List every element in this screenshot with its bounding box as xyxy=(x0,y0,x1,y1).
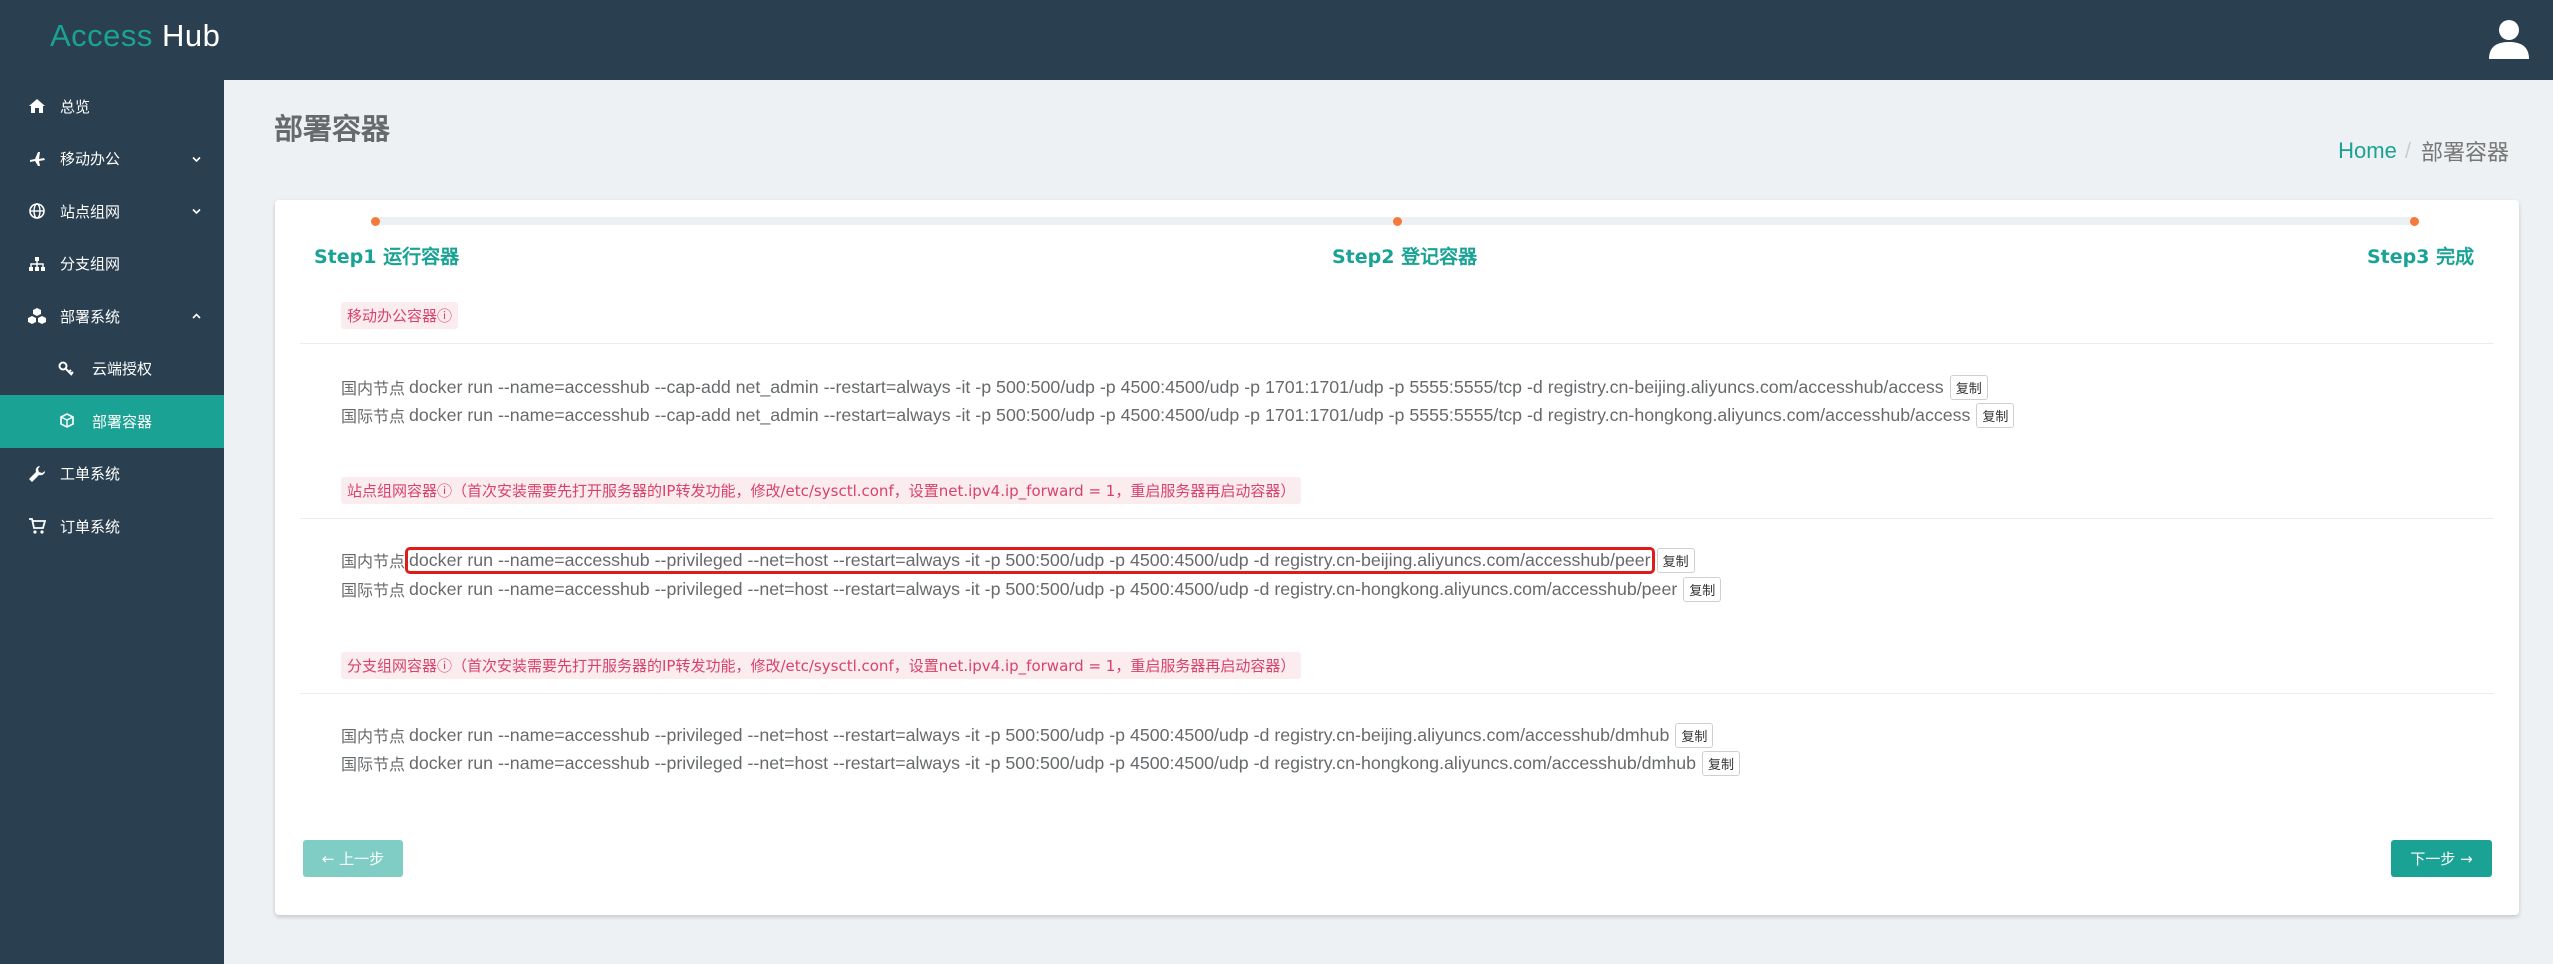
step3-dot xyxy=(2410,217,2419,226)
sidebar-item-label: 总览 xyxy=(60,97,91,116)
branch-network-container-label: 分支组网容器ⓘ（首次安装需要先打开服务器的IP转发功能，修改/etc/sysct… xyxy=(341,652,1302,679)
branch-cmd-international: 国际节点 docker run --name=accesshub --privi… xyxy=(341,749,1741,777)
divider xyxy=(300,518,2494,519)
wrench-icon xyxy=(29,465,45,482)
sidebar-item-label: 云端授权 xyxy=(92,360,153,379)
sidebar-item-site-network[interactable]: 站点组网 xyxy=(0,185,224,238)
node-label: 国际节点 xyxy=(341,581,406,600)
node-label: 国际节点 xyxy=(341,755,406,774)
chevron-down-icon xyxy=(192,208,201,215)
sidebar-item-label: 分支组网 xyxy=(60,255,121,274)
cart-icon xyxy=(29,518,46,534)
sidebar-item-mobile-office[interactable]: 移动办公 xyxy=(0,133,224,186)
command-text[interactable]: docker run --name=accesshub --privileged… xyxy=(408,753,1697,774)
sidebar-item-label: 移动办公 xyxy=(60,150,121,169)
sidebar-item-deploy-system[interactable]: 部署系统 xyxy=(0,290,224,343)
copy-button[interactable]: 复制 xyxy=(1656,547,1695,573)
sidebar-item-label: 部署容器 xyxy=(92,412,153,431)
sitemap-icon xyxy=(29,256,45,271)
node-label: 国内节点 xyxy=(341,552,406,571)
node-label: 国际节点 xyxy=(341,407,406,426)
wizard-card: Step1 运行容器 Step2 登记容器 Step3 完成 移动办公容器ⓘ 国… xyxy=(275,200,2519,915)
copy-button[interactable]: 复制 xyxy=(1702,750,1741,776)
step2-dot xyxy=(1393,217,1402,226)
chevron-down-icon xyxy=(192,156,201,162)
sidebar-item-order-system[interactable]: 订单系统 xyxy=(0,500,224,553)
command-text[interactable]: docker run --name=accesshub --privileged… xyxy=(408,725,1670,746)
copy-button[interactable]: 复制 xyxy=(1675,722,1714,748)
user-icon[interactable] xyxy=(2487,17,2531,61)
plane-icon xyxy=(30,151,45,166)
sidebar: 总览 移动办公 站点组网 分支组网 部署系统 云端授权 部署容器 工单系统 订单… xyxy=(0,80,224,964)
divider xyxy=(300,343,2494,344)
copy-button[interactable]: 复制 xyxy=(1976,402,2015,428)
step2-label: Step2 登记容器 xyxy=(1332,246,1478,268)
globe-icon xyxy=(29,203,45,219)
mobile-office-container-label: 移动办公容器ⓘ xyxy=(341,302,459,329)
site-network-container-label: 站点组网容器ⓘ（首次安装需要先打开服务器的IP转发功能，修改/etc/sysct… xyxy=(341,477,1302,504)
site-cmd-domestic: 国内节点 docker run --name=accesshub --privi… xyxy=(341,546,1695,574)
command-text-highlighted[interactable]: docker run --name=accesshub --privileged… xyxy=(405,546,1655,574)
breadcrumb-separator: / xyxy=(2404,138,2411,163)
sidebar-item-cloud-auth[interactable]: 云端授权 xyxy=(0,343,224,396)
home-icon xyxy=(29,99,45,113)
command-text[interactable]: docker run --name=accesshub --cap-add ne… xyxy=(408,377,1945,398)
step3-label: Step3 完成 xyxy=(2367,246,2475,268)
top-navbar: Access Hub xyxy=(0,0,2553,80)
previous-step-button[interactable]: ← 上一步 xyxy=(303,840,403,877)
cube-icon xyxy=(60,413,74,428)
page-title: 部署容器 xyxy=(274,112,391,146)
copy-button[interactable]: 复制 xyxy=(1683,576,1722,602)
sidebar-item-label: 工单系统 xyxy=(60,465,121,484)
site-cmd-international: 国际节点 docker run --name=accesshub --privi… xyxy=(341,575,1722,603)
command-text[interactable]: docker run --name=accesshub --cap-add ne… xyxy=(408,405,1971,426)
node-label: 国内节点 xyxy=(341,727,406,746)
mobile-cmd-domestic: 国内节点 docker run --name=accesshub --cap-a… xyxy=(341,373,1988,401)
chevron-up-icon xyxy=(192,313,201,319)
app-logo[interactable]: Access Hub xyxy=(50,18,220,54)
node-label: 国内节点 xyxy=(341,379,406,398)
breadcrumb-home-link[interactable]: Home xyxy=(2338,138,2397,164)
step1-dot xyxy=(371,217,380,226)
next-step-button[interactable]: 下一步 → xyxy=(2391,840,2492,877)
logo-hub: Hub xyxy=(152,18,221,53)
logo-access: Access xyxy=(50,18,153,53)
divider xyxy=(300,693,2494,694)
mobile-cmd-international: 国际节点 docker run --name=accesshub --cap-a… xyxy=(341,401,2015,429)
command-text[interactable]: docker run --name=accesshub --privileged… xyxy=(408,579,1678,600)
sidebar-item-label: 订单系统 xyxy=(60,517,121,536)
sidebar-item-ticket-system[interactable]: 工单系统 xyxy=(0,448,224,501)
copy-button[interactable]: 复制 xyxy=(1949,374,1988,400)
sidebar-item-branch-network[interactable]: 分支组网 xyxy=(0,238,224,291)
step1-label: Step1 运行容器 xyxy=(314,246,460,268)
sidebar-item-label: 站点组网 xyxy=(60,202,121,221)
sidebar-item-deploy-container[interactable]: 部署容器 xyxy=(0,395,224,448)
sidebar-item-overview[interactable]: 总览 xyxy=(0,80,224,133)
breadcrumb-current: 部署容器 xyxy=(2420,141,2509,166)
branch-cmd-domestic: 国内节点 docker run --name=accesshub --privi… xyxy=(341,721,1714,749)
key-icon xyxy=(58,361,74,376)
breadcrumb: Home / 部署容器 xyxy=(2338,135,2509,167)
sidebar-item-label: 部署系统 xyxy=(60,307,121,326)
cubes-icon xyxy=(28,308,46,324)
